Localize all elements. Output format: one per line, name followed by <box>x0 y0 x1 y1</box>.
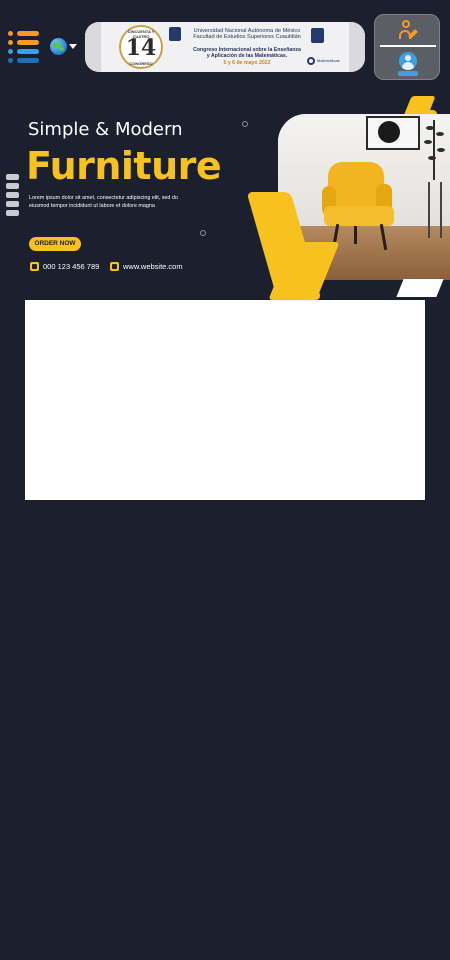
language-selector[interactable] <box>50 38 78 56</box>
content-placeholder <box>25 300 425 500</box>
banner-faculty: Facultad de Estudios Superiores Cuautitl… <box>193 34 301 40</box>
hero-subtitle: Simple & Modern <box>28 119 183 140</box>
side-panel-handle[interactable] <box>6 174 20 218</box>
congress-seal-logo: CINCUENTA Y CUATRO 14 CONGRESO <box>119 25 163 69</box>
menu-icon[interactable] <box>8 28 42 64</box>
edit-profile-icon[interactable] <box>398 19 418 43</box>
avatar[interactable] <box>399 52 417 70</box>
phone-icon <box>30 262 39 271</box>
contact-website[interactable]: www.website.com <box>110 262 200 272</box>
divider <box>380 45 436 47</box>
math-logo: Matemáticas <box>307 56 341 66</box>
order-now-button[interactable]: ORDER NOW <box>29 237 81 251</box>
link-icon <box>110 262 119 271</box>
header: CINCUENTA Y CUATRO 14 CONGRESO Universid… <box>0 0 450 92</box>
hero-banner: Simple & Modern Furniture Lorem ipsum do… <box>0 92 450 300</box>
hero-title: Furniture <box>26 144 222 188</box>
banner-date: 5 y 6 de mayo 2022 <box>223 60 271 66</box>
event-banner[interactable]: CINCUENTA Y CUATRO 14 CONGRESO Universid… <box>85 22 365 72</box>
banner-congress-title-2: y Aplicación de las Matemáticas. <box>206 53 288 59</box>
chevron-down-icon <box>69 44 77 49</box>
user-panel[interactable] <box>374 14 440 80</box>
hero-description: Lorem ipsum dolor sit amet, consectetur … <box>29 195 178 209</box>
user-tag <box>398 71 418 76</box>
contact-phone: 000 123 456 789 <box>30 262 110 272</box>
